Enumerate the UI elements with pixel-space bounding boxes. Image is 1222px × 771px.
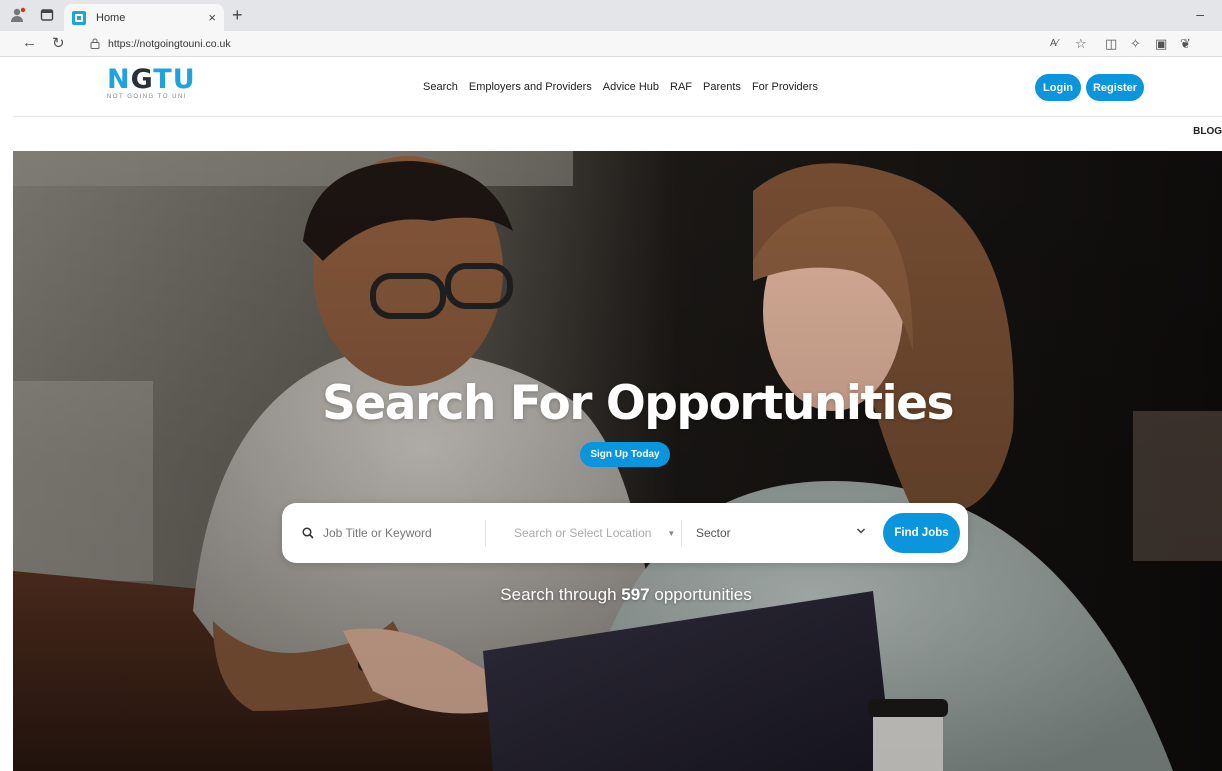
logo-tagline: NOT GOING TO UNI — [107, 94, 188, 100]
auth-buttons: Login Register — [1035, 74, 1144, 101]
search-divider — [485, 520, 486, 546]
split-screen-icon[interactable]: ◫ — [1105, 36, 1117, 52]
site-favicon-icon — [72, 10, 86, 25]
caret-down-icon: ▼ — [667, 528, 676, 538]
main-nav: Search Employers and Providers Advice Hu… — [423, 81, 829, 93]
tab-title: Home — [96, 11, 126, 24]
location-select[interactable]: Search or Select Location ▼ — [514, 503, 679, 563]
read-aloud-icon[interactable]: A⁄ — [1050, 38, 1058, 49]
opportunity-count: Search through 597 opportunities — [13, 585, 1222, 605]
sector-select[interactable]: Sector — [696, 503, 866, 563]
nav-parents[interactable]: Parents — [703, 81, 741, 93]
lock-icon — [90, 38, 100, 49]
hero-section: Search For Opportunities Sign Up Today J… — [13, 151, 1222, 771]
chevron-down-icon — [856, 528, 866, 534]
back-icon[interactable]: ← — [22, 34, 37, 51]
tab-close-button[interactable]: × — [208, 10, 216, 25]
blog-link[interactable]: BLOG — [1193, 126, 1222, 137]
keyword-placeholder: Job Title or Keyword — [323, 526, 432, 540]
search-icon — [302, 527, 314, 539]
nav-advice-hub[interactable]: Advice Hub — [603, 81, 659, 93]
hero-title: Search For Opportunities — [322, 376, 954, 431]
count-prefix: Search through — [500, 585, 617, 604]
location-placeholder: Search or Select Location — [514, 526, 652, 540]
job-search-box: Job Title or Keyword Search or Select Lo… — [282, 503, 968, 563]
new-tab-button[interactable]: + — [232, 5, 243, 26]
find-jobs-button[interactable]: Find Jobs — [883, 513, 960, 553]
address-toolbar: ← ↻ https://notgoingtouni.co.uk A⁄ ☆ ◫ ✧… — [0, 31, 1222, 57]
ngtu-logo[interactable]: NGTU NOT GOING TO UNI — [107, 66, 196, 100]
address-bar[interactable]: https://notgoingtouni.co.uk — [80, 33, 1030, 54]
logo-letter: N — [107, 64, 131, 95]
nav-search[interactable]: Search — [423, 81, 458, 93]
sign-up-button[interactable]: Sign Up Today — [580, 442, 670, 467]
extensions-icon[interactable]: ❦ — [1180, 36, 1191, 52]
browser-tab-home[interactable]: Home × — [64, 4, 224, 31]
profile-icon[interactable] — [10, 7, 26, 23]
search-divider — [681, 520, 682, 546]
count-suffix: opportunities — [654, 585, 752, 604]
browser-tab-bar: Home × + – — [0, 0, 1222, 31]
favorite-star-icon[interactable]: ☆ — [1075, 36, 1087, 52]
favorites-icon[interactable]: ✧ — [1130, 36, 1141, 52]
nav-for-providers[interactable]: For Providers — [752, 81, 818, 93]
count-value: 597 — [621, 585, 650, 604]
nav-employers-and-providers[interactable]: Employers and Providers — [469, 81, 592, 93]
nav-raf[interactable]: RAF — [670, 81, 692, 93]
login-button[interactable]: Login — [1035, 74, 1081, 101]
logo-letter: U — [172, 64, 196, 95]
keyword-search-input[interactable]: Job Title or Keyword — [302, 503, 482, 563]
secondary-bar: BLOG — [13, 118, 1222, 151]
url-text: https://notgoingtouni.co.uk — [108, 37, 231, 50]
sector-label: Sector — [696, 526, 731, 540]
register-button[interactable]: Register — [1086, 74, 1144, 101]
collections-icon[interactable]: ▣ — [1155, 36, 1167, 52]
window-minimize-button[interactable]: – — [1196, 6, 1204, 22]
logo-letter: G — [130, 64, 154, 95]
logo-letter: T — [153, 64, 173, 95]
site-header: NGTU NOT GOING TO UNI Search Employers a… — [13, 57, 1222, 117]
tab-actions-icon[interactable] — [40, 8, 54, 22]
refresh-icon[interactable]: ↻ — [52, 34, 65, 52]
